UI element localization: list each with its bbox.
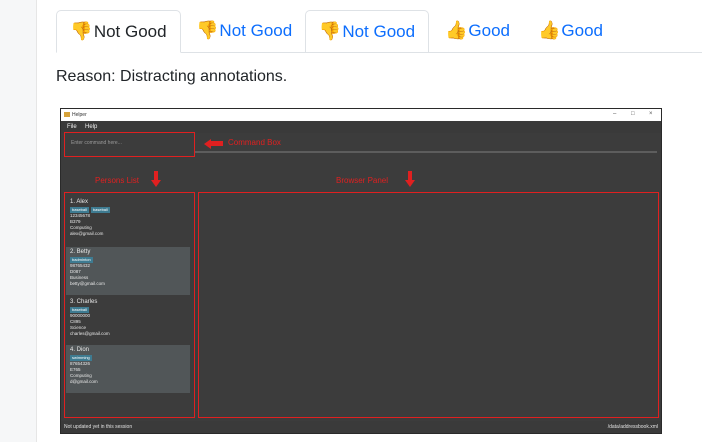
thumbs-down-icon: 👎 (196, 20, 219, 40)
tab-label: Not Good (219, 20, 293, 40)
tab-rating-4[interactable]: 👍 Good (445, 10, 510, 51)
command-box-highlight (64, 132, 195, 157)
menu-help[interactable]: Help (85, 124, 97, 130)
app-icon (64, 112, 70, 117)
minimize-icon[interactable]: – (613, 111, 616, 117)
reason-text: Reason: Distracting annotations. (56, 68, 288, 85)
tab-label: Good (468, 20, 511, 40)
browser-panel-annotation: Browser Panel (336, 176, 389, 185)
command-box-arrow (211, 141, 223, 146)
rating-tabs: 👎 Not Good 👎 Not Good 👎 Not Good 👍 Good 👍 Goo… (56, 10, 702, 53)
status-bar: Not updated yet in this session /data/ad… (61, 421, 661, 433)
app-screenshot: Helper – □ × File Help Enter command her… (60, 108, 662, 434)
persons-list-annotation: Persons List (95, 176, 140, 185)
thumbs-down-icon: 👎 (70, 21, 93, 41)
left-gutter (0, 0, 37, 442)
status-path: /data/addressbook.xml (607, 424, 658, 430)
thumbs-down-icon: 👎 (318, 21, 342, 41)
tab-label: Good (561, 20, 604, 40)
tab-rating-2[interactable]: 👎 Not Good (196, 10, 292, 51)
thumbs-up-icon: 👍 (538, 20, 561, 40)
browser-panel-arrow-head (405, 180, 415, 187)
window-title: Helper (72, 112, 87, 118)
menu-file[interactable]: File (67, 124, 77, 130)
command-box-annotation: Command Box (228, 138, 281, 147)
tab-rating-5[interactable]: 👍 Good (538, 10, 603, 51)
thumbs-up-icon: 👍 (445, 20, 468, 40)
result-display (61, 155, 661, 177)
tab-rating-1[interactable]: 👎 Not Good (56, 10, 181, 53)
command-box-arrow-head (204, 138, 211, 149)
tab-label: Not Good (342, 21, 416, 41)
tab-label: Not Good (93, 21, 167, 41)
browser-panel-arrow (408, 171, 412, 180)
status-update: Not updated yet in this session (64, 424, 133, 430)
browser-panel-highlight (198, 192, 659, 418)
persons-list-arrow (154, 171, 158, 180)
persons-list-highlight (64, 192, 195, 418)
maximize-icon[interactable]: □ (631, 111, 635, 117)
tab-rating-3[interactable]: 👎 Not Good (305, 10, 429, 52)
window-titlebar: Helper – □ × (61, 109, 661, 121)
result-divider (195, 151, 657, 153)
page: 👎 Not Good 👎 Not Good 👎 Not Good 👍 Good 👍 Goo… (0, 0, 723, 442)
persons-list-arrow-head (151, 180, 161, 187)
close-icon[interactable]: × (649, 111, 653, 117)
